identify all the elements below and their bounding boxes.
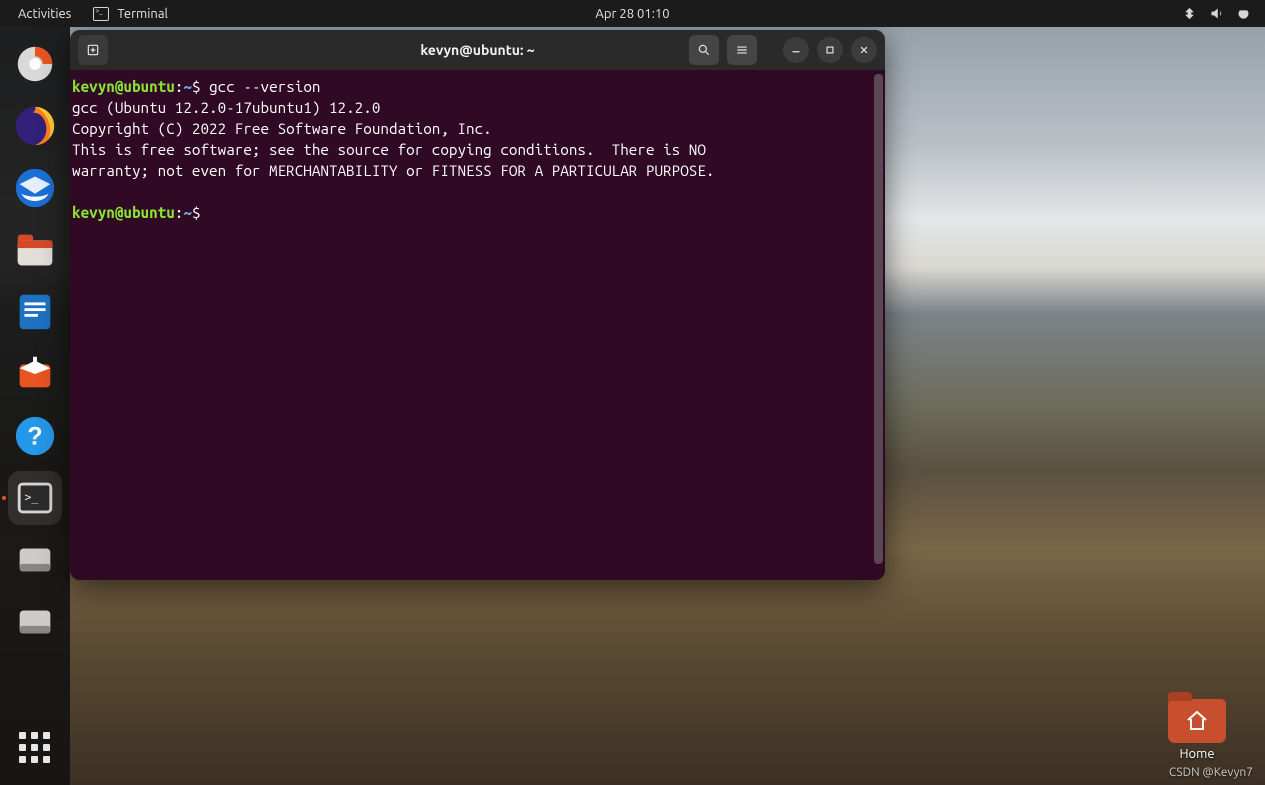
output-line: warranty; not even for MERCHANTABILITY o… — [72, 162, 714, 179]
show-applications-button[interactable] — [8, 721, 62, 775]
apps-grid-icon — [19, 732, 51, 764]
terminal-viewport[interactable]: kevyn@ubuntu:~$ gcc --version gcc (Ubunt… — [70, 70, 885, 580]
watermark: CSDN @Kevyn7 — [1169, 766, 1253, 779]
command-text: gcc --version — [209, 78, 320, 95]
menu-button[interactable] — [727, 35, 757, 65]
volume-icon[interactable] — [1209, 6, 1224, 21]
search-button[interactable] — [689, 35, 719, 65]
prompt-user: kevyn@ubuntu — [72, 204, 175, 221]
top-bar: Activities Terminal Apr 28 01:10 — [0, 0, 1265, 27]
prompt-path: ~ — [183, 78, 192, 95]
close-button[interactable] — [851, 37, 877, 63]
disk-icon-2[interactable] — [8, 595, 62, 649]
active-app-indicator[interactable]: Terminal — [93, 7, 168, 21]
new-tab-button[interactable] — [78, 35, 108, 65]
terminal-output: kevyn@ubuntu:~$ gcc --version gcc (Ubunt… — [72, 76, 879, 223]
terminal-icon[interactable]: >_ — [8, 471, 62, 525]
dock: ? >_ — [0, 27, 70, 785]
prompt-symbol: $ — [192, 78, 201, 95]
help-icon[interactable]: ? — [8, 409, 62, 463]
folder-icon — [1168, 699, 1226, 743]
active-app-name: Terminal — [117, 7, 168, 21]
writer-icon[interactable] — [8, 285, 62, 339]
svg-text:>_: >_ — [24, 490, 38, 504]
terminal-window: kevyn@ubuntu: ~ kevyn@ubuntu:~$ gcc --ve… — [70, 30, 885, 580]
installer-icon[interactable] — [8, 37, 62, 91]
power-icon[interactable] — [1236, 6, 1251, 21]
activities-button[interactable]: Activities — [18, 7, 71, 21]
network-icon[interactable] — [1182, 6, 1197, 21]
prompt-user: kevyn@ubuntu — [72, 78, 175, 95]
maximize-button[interactable] — [817, 37, 843, 63]
home-folder-label: Home — [1157, 747, 1237, 761]
firefox-icon[interactable] — [8, 99, 62, 153]
software-icon[interactable] — [8, 347, 62, 401]
output-line: Copyright (C) 2022 Free Software Foundat… — [72, 120, 492, 137]
output-line: This is free software; see the source fo… — [72, 141, 706, 158]
files-icon[interactable] — [8, 223, 62, 277]
disk-icon-1[interactable] — [8, 533, 62, 587]
output-line: gcc (Ubuntu 12.2.0-17ubuntu1) 12.2.0 — [72, 99, 380, 116]
thunderbird-icon[interactable] — [8, 161, 62, 215]
terminal-titlebar[interactable]: kevyn@ubuntu: ~ — [70, 30, 885, 70]
window-title: kevyn@ubuntu: ~ — [420, 42, 534, 58]
minimize-button[interactable] — [783, 37, 809, 63]
clock[interactable]: Apr 28 01:10 — [595, 7, 669, 21]
terminal-mini-icon — [93, 7, 109, 21]
prompt-symbol: $ — [192, 204, 201, 221]
prompt-path: ~ — [183, 204, 192, 221]
svg-text:?: ? — [27, 423, 42, 451]
home-folder-desktop-icon[interactable]: Home — [1157, 699, 1237, 761]
